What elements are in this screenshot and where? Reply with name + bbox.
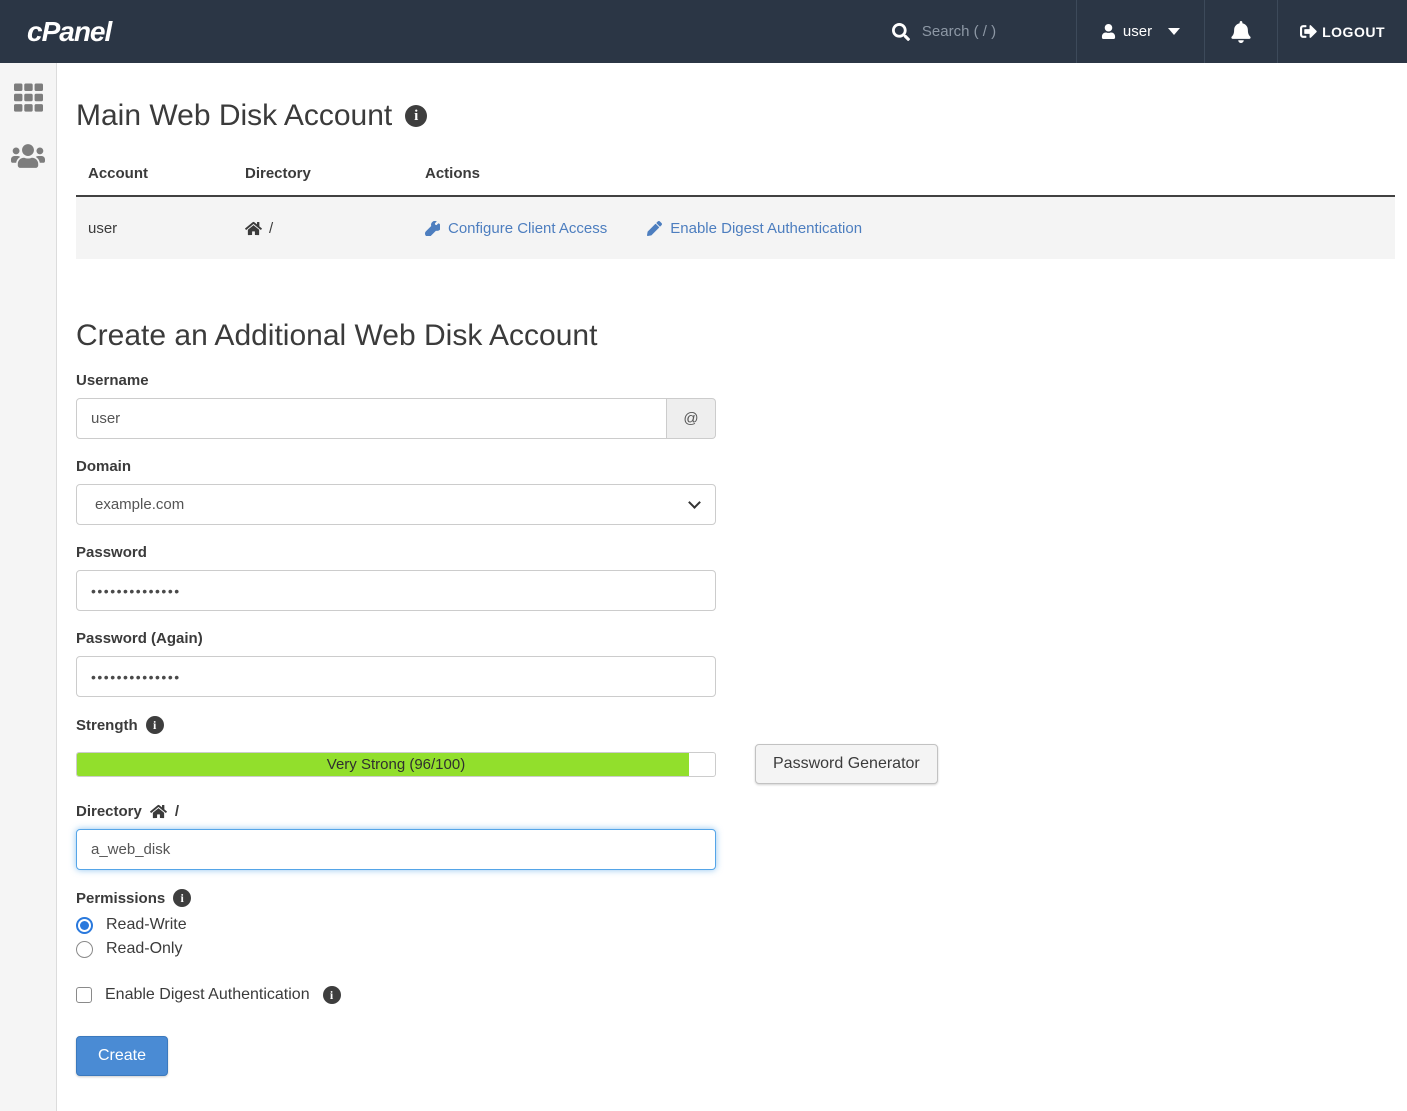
enable-digest-auth-label: Enable Digest Authentication — [670, 220, 862, 237]
logout-label: LOGOUT — [1322, 24, 1385, 40]
sidebar-item-user-manager[interactable] — [11, 142, 45, 170]
left-sidebar — [0, 63, 57, 1111]
page-title: Main Web Disk Account i — [76, 99, 1395, 133]
info-icon[interactable]: i — [173, 889, 191, 907]
strength-meter: Very Strong (96/100) — [76, 752, 716, 777]
strength-text: Very Strong (96/100) — [77, 753, 715, 776]
pencil-icon — [647, 221, 662, 236]
strength-label-text: Strength — [76, 717, 138, 734]
password-again-input[interactable] — [76, 656, 716, 697]
enable-digest-auth-option[interactable]: Enable Digest Authentication i — [76, 986, 1395, 1004]
domain-group: Domain example.com — [76, 458, 1395, 525]
home-icon — [245, 221, 262, 236]
permissions-group: Permissions i Read-Write Read-Only — [76, 889, 1395, 958]
permissions-options: Read-Write Read-Only — [76, 916, 1395, 958]
header-search — [878, 0, 1076, 63]
page-title-text: Main Web Disk Account — [76, 99, 392, 133]
search-icon — [892, 23, 910, 41]
read-only-option[interactable]: Read-Only — [76, 940, 1395, 958]
search-input[interactable] — [922, 23, 1062, 40]
account-cell: user — [88, 220, 245, 237]
configure-client-access-link[interactable]: Configure Client Access — [425, 220, 607, 237]
read-write-label: Read-Write — [106, 916, 187, 934]
at-sign-addon: @ — [667, 398, 716, 439]
users-icon — [11, 142, 45, 170]
main-content: Main Web Disk Account i Account Director… — [57, 63, 1407, 1111]
web-disk-table: Account Directory Actions user / Configu… — [76, 155, 1395, 259]
create-button[interactable]: Create — [76, 1036, 168, 1076]
directory-input[interactable] — [76, 829, 716, 870]
password-input[interactable] — [76, 570, 716, 611]
password-group: Password — [76, 544, 1395, 611]
user-menu[interactable]: user — [1076, 0, 1204, 63]
create-form-title: Create an Additional Web Disk Account — [76, 319, 1395, 353]
logout-button[interactable]: LOGOUT — [1277, 0, 1407, 63]
read-write-option[interactable]: Read-Write — [76, 916, 1395, 934]
password-again-group: Password (Again) — [76, 630, 1395, 697]
domain-select[interactable]: example.com — [76, 484, 716, 525]
enable-digest-auth-link[interactable]: Enable Digest Authentication — [647, 220, 862, 237]
apps-grid-icon — [14, 83, 43, 112]
body-wrap: Main Web Disk Account i Account Director… — [0, 63, 1407, 1111]
directory-cell: / — [245, 220, 425, 237]
directory-path: / — [269, 220, 273, 237]
page: cPanel user LOGOUT — [0, 0, 1407, 1111]
password-generator-button[interactable]: Password Generator — [755, 744, 938, 784]
actions-cell: Configure Client Access Enable Digest Au… — [425, 220, 1395, 237]
column-header-actions: Actions — [425, 165, 1395, 182]
username-input[interactable] — [76, 398, 667, 439]
digest-group: Enable Digest Authentication i — [76, 986, 1395, 1004]
table-header-row: Account Directory Actions — [76, 155, 1395, 197]
configure-client-access-label: Configure Client Access — [448, 220, 607, 237]
directory-prefix: / — [175, 803, 179, 820]
directory-label-text: Directory — [76, 803, 142, 820]
radio-icon — [76, 917, 93, 934]
column-header-directory: Directory — [245, 165, 425, 182]
notifications-button[interactable] — [1204, 0, 1277, 63]
sidebar-item-tools[interactable] — [14, 83, 43, 112]
user-menu-label: user — [1123, 23, 1152, 40]
chevron-down-icon — [1168, 28, 1180, 35]
password-again-label: Password (Again) — [76, 630, 1395, 647]
permissions-label: Permissions i — [76, 889, 1395, 907]
strength-label: Strength i — [76, 716, 1395, 734]
permissions-label-text: Permissions — [76, 890, 165, 907]
checkbox-icon — [76, 987, 92, 1003]
username-group: Username @ — [76, 372, 1395, 439]
user-icon — [1101, 24, 1116, 39]
info-icon[interactable]: i — [146, 716, 164, 734]
info-icon[interactable]: i — [323, 986, 341, 1004]
username-label: Username — [76, 372, 1395, 389]
table-row: user / Configure Client Access Enable Di… — [76, 197, 1395, 259]
read-only-label: Read-Only — [106, 940, 182, 958]
digest-label: Enable Digest Authentication — [105, 986, 310, 1004]
home-icon — [150, 804, 167, 819]
cpanel-logo[interactable]: cPanel — [27, 16, 111, 48]
strength-group: Strength i Very Strong (96/100) Password… — [76, 716, 1395, 784]
wrench-icon — [425, 221, 440, 236]
column-header-account: Account — [88, 165, 245, 182]
domain-label: Domain — [76, 458, 1395, 475]
directory-group: Directory / — [76, 803, 1395, 870]
password-label: Password — [76, 544, 1395, 561]
radio-icon — [76, 941, 93, 958]
top-navbar: cPanel user LOGOUT — [0, 0, 1407, 63]
bell-icon — [1231, 21, 1251, 43]
directory-label: Directory / — [76, 803, 1395, 820]
info-icon[interactable]: i — [405, 105, 427, 127]
logout-icon — [1300, 23, 1317, 40]
topbar-right: user LOGOUT — [878, 0, 1407, 63]
